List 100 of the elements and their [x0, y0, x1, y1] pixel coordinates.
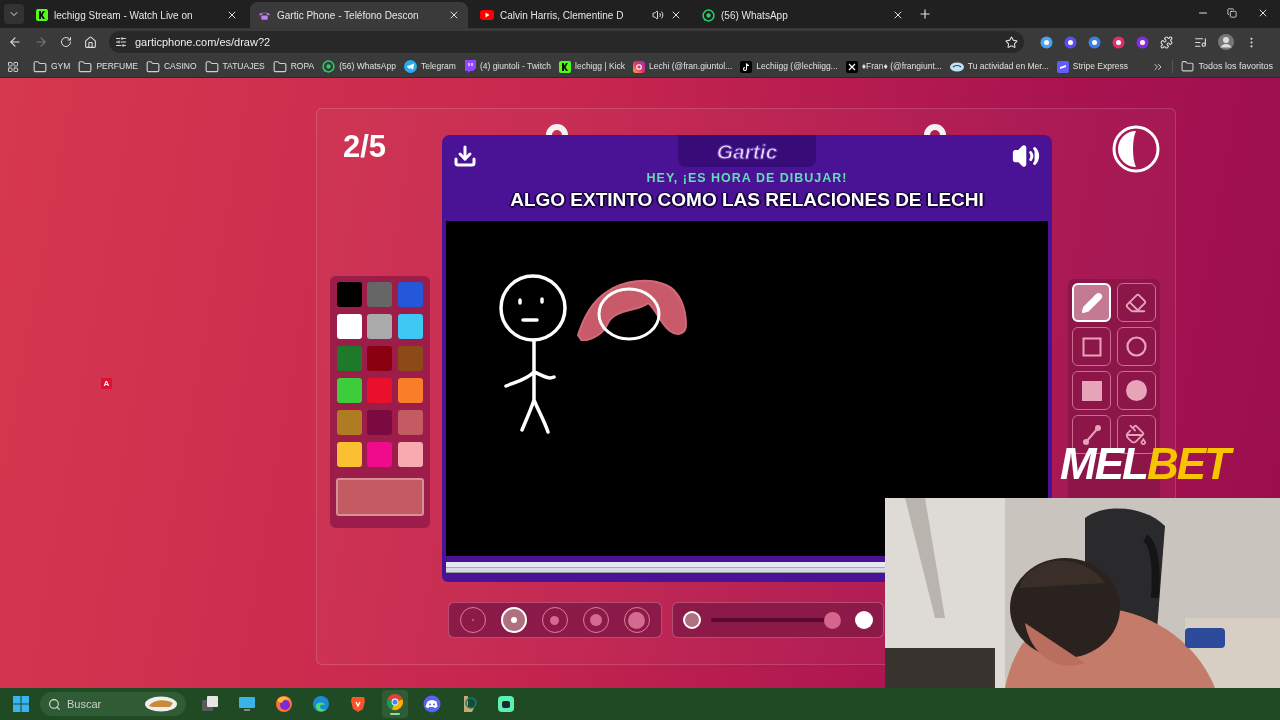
search-icon [48, 697, 61, 711]
color-swatch[interactable] [337, 378, 362, 403]
lion-shield-icon[interactable] [350, 695, 366, 713]
bookmark-link[interactable]: ROPA [290, 60, 315, 73]
square-icon [1081, 336, 1102, 357]
close-tab-icon[interactable] [892, 9, 904, 21]
slider-thumb[interactable] [824, 611, 841, 629]
close-tab-icon[interactable] [448, 9, 460, 21]
tool-button[interactable] [1116, 283, 1156, 322]
extension-icon[interactable] [1112, 35, 1125, 49]
home-icon[interactable] [84, 35, 97, 49]
taskbar-search-field[interactable]: Buscar [40, 692, 186, 716]
drawing-canvas[interactable] [446, 221, 1048, 556]
color-swatch[interactable] [397, 378, 423, 403]
extension-icon[interactable] [1040, 35, 1053, 49]
bookmark-link[interactable]: lechigg | Kick [575, 60, 625, 73]
tool-button[interactable] [1116, 327, 1156, 366]
close-tab-icon[interactable] [670, 9, 682, 21]
forward-icon[interactable] [34, 35, 48, 49]
bookmark-link[interactable]: Stripe Express [1072, 60, 1129, 73]
color-swatch[interactable] [367, 314, 393, 339]
color-swatch[interactable] [367, 282, 393, 307]
tool-button[interactable] [1072, 371, 1111, 410]
x-favicon-icon [845, 60, 858, 73]
site-info-icon[interactable] [115, 36, 127, 48]
speaker-icon[interactable] [652, 9, 664, 21]
apps-grid-icon[interactable] [7, 60, 19, 73]
folder-icon [1181, 60, 1195, 73]
bookmark-link[interactable]: Tu actividad en Mer... [967, 60, 1049, 73]
close-tab-icon[interactable] [226, 9, 238, 21]
paint-bucket-icon [1125, 423, 1147, 446]
bookmark-link[interactable]: TATUAJES [222, 60, 265, 73]
firefox-icon[interactable] [275, 695, 293, 713]
monitor-icon[interactable] [238, 695, 256, 713]
color-swatch[interactable] [397, 282, 423, 307]
download-button[interactable] [452, 143, 478, 169]
address-field[interactable]: garticphone.com/es/draw?2 [109, 31, 1024, 53]
tab-title: lechigg Stream - Watch Live on [54, 8, 194, 23]
color-swatch[interactable] [397, 410, 423, 435]
tool-button[interactable] [1072, 327, 1111, 366]
bookmark-link[interactable]: ♦Fran♦ (@frangiunt... [861, 60, 942, 73]
chrome-icon[interactable] [386, 693, 404, 711]
bookmark-link[interactable]: GYM [51, 60, 71, 73]
color-swatch[interactable] [397, 442, 423, 467]
extensions-icon[interactable] [1160, 35, 1173, 49]
browser-tab[interactable]: lechigg Stream - Watch Live on [28, 2, 246, 28]
extension-icon[interactable] [1064, 35, 1077, 49]
task-view-icon[interactable] [201, 695, 219, 713]
back-icon[interactable] [8, 35, 22, 49]
bookmark-star-icon[interactable] [1005, 35, 1018, 49]
bookmark-link[interactable]: Lechiigg (@lechiigg... [756, 60, 838, 73]
close-icon[interactable] [1257, 7, 1269, 19]
low-opacity-swatch [683, 611, 701, 629]
filled-circle-icon [1125, 380, 1147, 401]
bookmark-link[interactable]: Lechi (@fran.giuntol... [649, 60, 733, 73]
reload-icon[interactable] [60, 36, 72, 48]
color-swatch[interactable] [367, 378, 393, 403]
extension-icon[interactable] [1088, 35, 1101, 49]
folder-icon [145, 59, 160, 74]
tool-button[interactable] [1116, 371, 1156, 410]
folder-icon [33, 59, 47, 74]
bookmark-link[interactable]: PERFUME [96, 60, 138, 73]
bookmark-link[interactable]: Telegram [420, 60, 456, 73]
round-counter: 2/5 [343, 131, 387, 162]
color-swatch[interactable] [337, 282, 362, 307]
color-swatch[interactable] [337, 410, 362, 435]
discord-icon[interactable] [423, 695, 441, 713]
pencil-icon [1080, 291, 1103, 314]
color-swatch[interactable] [337, 314, 362, 339]
color-swatch[interactable] [367, 410, 393, 435]
opacity-slider[interactable] [711, 611, 841, 629]
color-swatch[interactable] [337, 442, 362, 467]
bookmark-link[interactable]: Todos los favoritos [1198, 59, 1273, 74]
edge-icon[interactable] [312, 695, 330, 713]
color-swatch[interactable] [367, 442, 393, 467]
bookmark-link[interactable]: (4) giuntoli - Twitch [479, 60, 552, 73]
app-icon[interactable] [497, 695, 515, 713]
tab-list-button[interactable] [4, 4, 24, 24]
profile-avatar-icon[interactable] [1218, 34, 1234, 50]
browser-tab[interactable]: (56) WhatsApp [694, 2, 912, 28]
browser-tab[interactable]: Calvin Harris, Clementine D [472, 2, 690, 28]
instagram-favicon-icon [633, 60, 645, 73]
stripe-favicon-icon [1056, 60, 1069, 73]
browser-tab[interactable]: Gartic Phone - Teléfono Descon [250, 2, 468, 28]
tab-title: Calvin Harris, Clementine D [500, 8, 625, 23]
url-text: garticphone.com/es/draw?2 [135, 34, 272, 50]
bookmark-link[interactable]: CASINO [163, 60, 197, 73]
start-icon[interactable] [13, 696, 29, 712]
kick-favicon-icon [559, 60, 572, 73]
restore-icon[interactable] [1227, 8, 1237, 18]
color-swatch[interactable] [397, 346, 423, 371]
media-icon[interactable] [1194, 35, 1207, 49]
color-swatch[interactable] [337, 346, 362, 371]
bookmark-link[interactable]: (56) WhatsApp [339, 60, 396, 73]
color-swatch[interactable] [397, 314, 423, 339]
color-swatch[interactable] [367, 346, 393, 371]
twitch-favicon-icon [463, 60, 476, 73]
emblem-icon[interactable] [461, 695, 477, 713]
extension-icon[interactable] [1136, 35, 1149, 49]
new-tab-icon[interactable] [918, 7, 932, 21]
